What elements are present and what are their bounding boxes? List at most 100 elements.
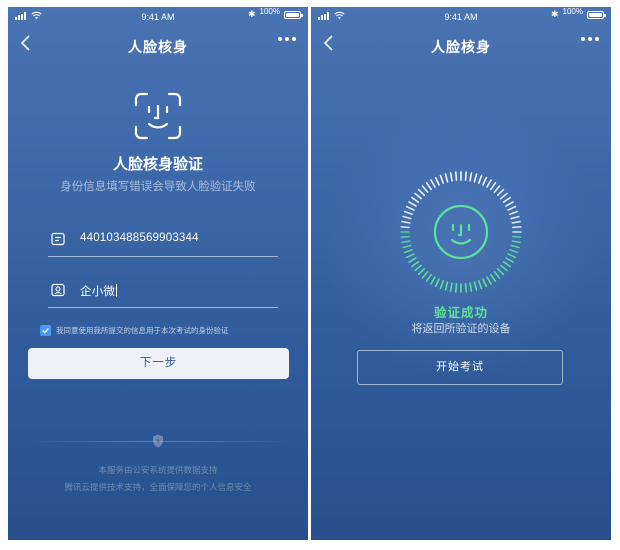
ring-tick [402, 215, 412, 220]
ring-tick [425, 273, 432, 282]
verify-heading: 人脸核身验证 [112, 156, 203, 173]
start-exam-button[interactable]: 开始考试 [357, 350, 563, 385]
ring-tick [493, 185, 501, 193]
person-icon [51, 283, 65, 297]
ring-tick [493, 271, 501, 279]
checkbox-checked-icon[interactable] [40, 325, 51, 336]
ring-tick [405, 253, 415, 259]
ring-tick [469, 172, 473, 182]
more-dots-icon[interactable] [581, 37, 599, 41]
bluetooth-icon: ✱ [247, 9, 256, 19]
progress-ring [400, 171, 522, 293]
ring-tick [449, 172, 453, 182]
battery-percent: 100% [562, 7, 583, 16]
ring-tick [414, 264, 422, 272]
ring-tick [464, 171, 468, 181]
ring-tick [510, 215, 520, 220]
ring-tick [401, 240, 411, 244]
shield-icon [153, 434, 163, 448]
return-message: 将返回所验证的设备 [411, 323, 511, 335]
ring-tick [403, 210, 413, 216]
ring-tick [469, 282, 473, 292]
ring-tick [507, 205, 517, 211]
agreement-checkbox[interactable]: 我同意使用我所提交的信息用于本次考试的身份验证 [40, 325, 229, 336]
footer-text-1: 本服务由公安系统提供数据支持 [98, 465, 218, 475]
ring-tick [425, 182, 432, 191]
ring-tick [496, 188, 505, 197]
ring-tick [512, 235, 522, 239]
ring-tick [477, 174, 483, 184]
ring-tick [417, 267, 426, 276]
ring-tick [434, 278, 440, 288]
ring-tick [482, 278, 488, 288]
ring-tick [421, 185, 429, 193]
ring-tick [512, 225, 522, 229]
ring-tick [509, 248, 519, 254]
ring-tick [414, 192, 422, 200]
ring-tick [500, 192, 508, 200]
success-message: 验证成功 [433, 306, 488, 320]
ring-tick [496, 267, 505, 276]
ring-tick [444, 281, 449, 291]
text-cursor [116, 284, 118, 297]
ring-tick [417, 188, 426, 197]
ring-tick [477, 280, 483, 290]
more-dots-icon[interactable] [278, 37, 296, 41]
status-bar: 9:41 AM ✱ 100% [311, 7, 611, 27]
ring-tick [510, 244, 520, 249]
ring-tick [400, 235, 410, 239]
ring-tick [401, 220, 411, 224]
ring-tick [490, 182, 497, 191]
ring-tick [486, 276, 492, 285]
ring-tick [411, 196, 420, 203]
status-bar: 9:41 AM ✱ 100% [8, 7, 308, 27]
ring-tick [408, 201, 417, 207]
ring-tick [502, 261, 511, 268]
ring-tick [449, 282, 453, 292]
ring-tick [511, 220, 521, 224]
name-value: 企小微 [80, 286, 116, 298]
next-button[interactable]: 下一步 [28, 348, 289, 379]
id-number-field[interactable]: 440103488569903344 [48, 229, 278, 257]
ring-tick [434, 176, 440, 186]
ring-tick [482, 176, 488, 186]
face-id-icon [134, 92, 182, 140]
id-number-value: 440103488569903344 [80, 232, 199, 244]
nav-bar: 人脸核身 [8, 29, 308, 59]
ring-tick [454, 283, 458, 293]
name-field[interactable]: 企小微 [48, 280, 278, 308]
agreement-text: 我同意使用我所提交的信息用于本次考试的身份验证 [56, 326, 229, 335]
id-card-icon [51, 232, 65, 246]
ring-tick [464, 283, 468, 293]
ring-tick [400, 225, 410, 229]
ring-tick [509, 210, 519, 216]
battery-icon [284, 10, 303, 19]
page-title: 人脸核身 [431, 39, 491, 55]
ring-tick [430, 179, 436, 188]
ring-tick [473, 281, 478, 291]
ring-tick [430, 276, 436, 285]
ring-tick [500, 264, 508, 272]
ring-tick [505, 201, 514, 207]
verification-form-screen: 9:41 AM ✱ 100% 人脸核身 人脸核身验证 身份信息填写错误会导致人脸… [8, 7, 308, 540]
bluetooth-icon: ✱ [550, 9, 559, 19]
ring-tick [421, 271, 429, 279]
ring-tick [486, 179, 492, 188]
verify-subheading: 身份信息填写错误会导致人脸验证失败 [60, 181, 256, 193]
footer-text-2: 腾讯云提供技术支持，全面保障您的个人信息安全 [64, 482, 252, 492]
ring-tick [439, 280, 445, 290]
ring-tick [473, 173, 478, 183]
ring-tick [403, 248, 413, 254]
ring-tick [511, 240, 521, 244]
ring-tick [411, 261, 420, 268]
ring-tick [402, 244, 412, 249]
nav-bar: 人脸核身 [311, 29, 611, 59]
ring-tick [490, 273, 497, 282]
ring-tick [408, 257, 417, 263]
ring-tick [454, 171, 458, 181]
ring-tick [444, 173, 449, 183]
ring-tick [405, 205, 415, 211]
battery-icon [587, 10, 606, 19]
ring-tick [502, 196, 511, 203]
page-title: 人脸核身 [128, 39, 188, 55]
